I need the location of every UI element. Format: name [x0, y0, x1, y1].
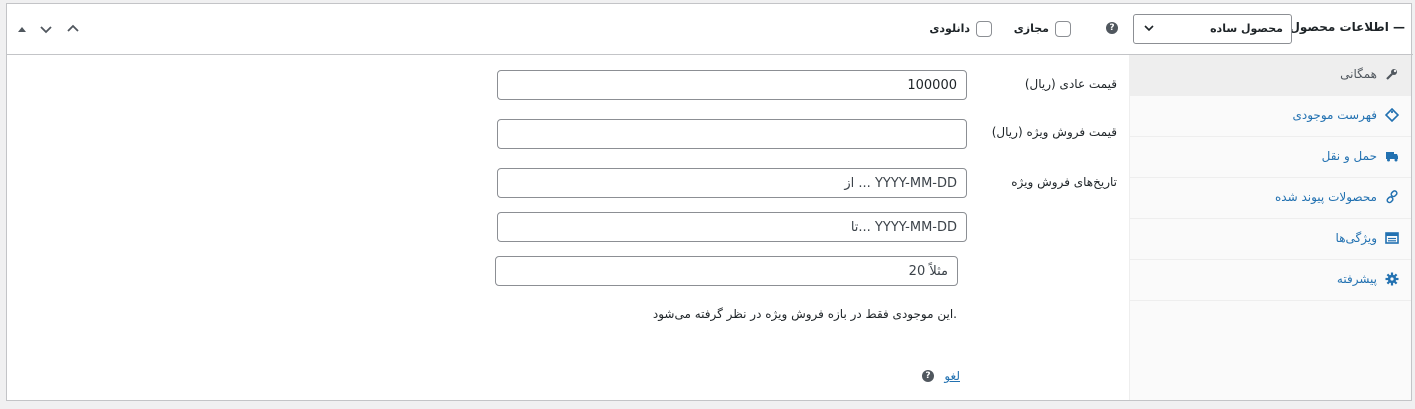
panel-title: اطلاعات محصول —	[1289, 20, 1406, 34]
help-icon[interactable]: ?	[922, 370, 934, 382]
stock-note: این موجودی فقط در بازه فروش ویژه در نظر …	[652, 307, 957, 321]
cancel-link[interactable]: لغو	[944, 369, 960, 383]
tab-advanced-label: پیشرفته	[1336, 272, 1377, 286]
tab-shipping-label: حمل و نقل	[1321, 149, 1377, 163]
sale-stock-placeholder: مثلاً 20	[908, 264, 948, 279]
tab-general-label: همگانی	[1340, 67, 1377, 81]
tag-icon	[1385, 108, 1399, 122]
product-type-select[interactable]: محصول ساده	[1133, 14, 1292, 44]
tab-linked-products[interactable]: محصولات پیوند شده	[1130, 178, 1411, 219]
move-down-icon[interactable]	[38, 21, 54, 37]
sale-date-to-placeholder: تا... YYYY-MM-DD	[850, 220, 957, 235]
wrench-icon	[1386, 69, 1397, 80]
regular-price-value: 100000	[907, 78, 957, 93]
product-data-panel: اطلاعات محصول — محصول ساده ? مجازی دانلو…	[6, 3, 1413, 401]
virtual-label[interactable]: مجازی	[1014, 22, 1049, 35]
regular-price-input[interactable]: 100000	[497, 70, 967, 100]
tab-advanced[interactable]: پیشرفته	[1130, 260, 1411, 301]
truck-icon	[1386, 152, 1398, 162]
product-type-value: محصول ساده	[1210, 22, 1283, 35]
sale-date-from-input[interactable]: از ... YYYY-MM-DD	[497, 168, 967, 198]
link-icon	[1386, 190, 1398, 204]
chevron-down-icon	[1144, 25, 1154, 32]
downloadable-checkbox[interactable]	[976, 21, 992, 37]
sale-stock-input[interactable]: مثلاً 20	[495, 256, 958, 286]
product-data-tabs: همگانی فهرست موجودی حمل و نقل محصولات پی…	[1129, 55, 1411, 400]
tab-linked-products-label: محصولات پیوند شده	[1275, 190, 1377, 204]
table-icon	[1385, 232, 1399, 244]
tab-attributes[interactable]: ویژگی‌ها	[1130, 219, 1411, 260]
tab-general[interactable]: همگانی	[1130, 55, 1411, 96]
sale-price-label: قیمت فروش ویژه (ریال)	[991, 125, 1117, 139]
sale-date-to-input[interactable]: تا... YYYY-MM-DD	[497, 212, 967, 242]
downloadable-label[interactable]: دانلودی	[929, 22, 970, 35]
tab-inventory-label: فهرست موجودی	[1292, 108, 1377, 122]
sale-price-input[interactable]	[497, 119, 967, 149]
sale-date-from-placeholder: از ... YYYY-MM-DD	[844, 176, 957, 191]
gear-icon	[1385, 272, 1399, 286]
virtual-checkbox[interactable]	[1055, 21, 1071, 37]
help-icon[interactable]: ?	[1106, 22, 1118, 34]
tab-inventory[interactable]: فهرست موجودی	[1130, 96, 1411, 137]
panel-header: اطلاعات محصول — محصول ساده ? مجازی دانلو…	[7, 4, 1413, 55]
tab-shipping[interactable]: حمل و نقل	[1130, 137, 1411, 178]
regular-price-label: قیمت عادی (ریال)	[1024, 77, 1117, 91]
collapse-toggle-icon[interactable]	[14, 21, 30, 37]
tab-attributes-label: ویژگی‌ها	[1335, 231, 1377, 245]
sale-dates-label: تاریخ‌های فروش ویژه	[1011, 175, 1117, 189]
move-up-icon[interactable]	[65, 21, 81, 37]
